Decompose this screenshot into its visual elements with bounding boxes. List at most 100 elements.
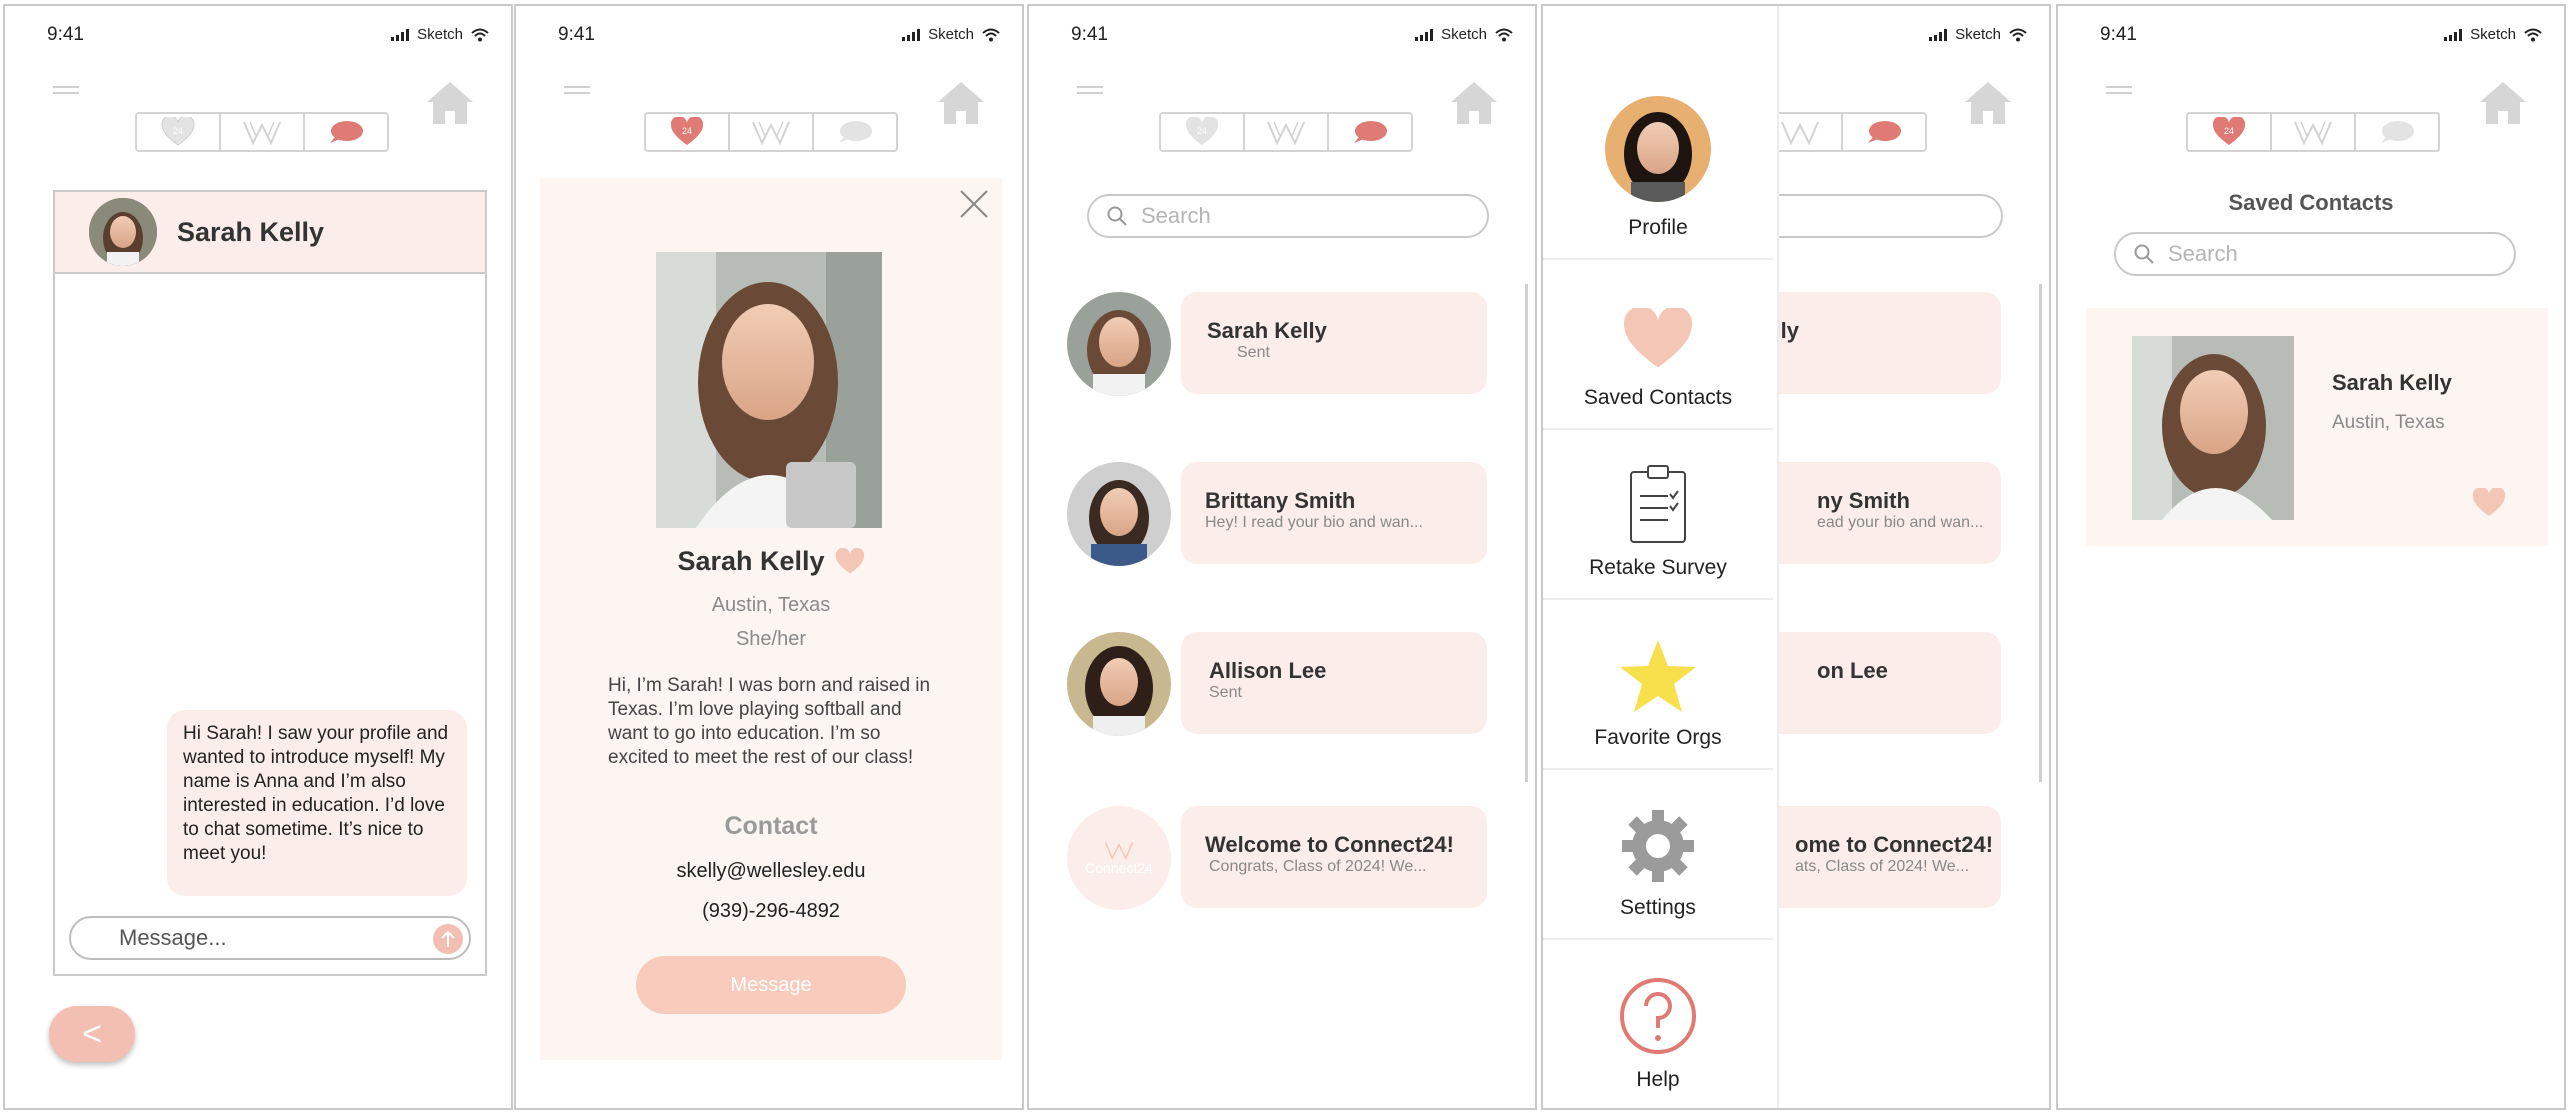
conversation-avatar [1067, 632, 1171, 736]
conversation-name: Welcome to Connect24! [1205, 832, 1454, 857]
wifi-icon [1495, 28, 1513, 41]
tab-saved[interactable]: 24 [137, 114, 221, 150]
tab-saved[interactable]: 24 [1161, 114, 1245, 150]
wellesley-w-icon [752, 121, 790, 145]
wellesley-w-icon [1781, 121, 1819, 145]
close-icon[interactable] [958, 188, 990, 220]
tab-orgs[interactable] [1245, 114, 1329, 150]
conversation-name: Sarah Kelly [1207, 318, 1327, 343]
profile-card: Sarah Kelly Austin, Texas She/her Hi, I’… [540, 178, 1002, 1060]
search-placeholder: Search [1141, 203, 1211, 228]
chat-bubble-icon [1354, 121, 1387, 143]
menu-item-label: Settings [1620, 896, 1696, 919]
home-icon[interactable] [2478, 80, 2528, 126]
messages-screen: 9:41 Sketch 24 Search Sarah Kelly Sent B… [1027, 4, 1537, 1110]
conversation-name: Brittany Smith [1205, 488, 1356, 513]
chat-bubble-icon [330, 121, 363, 143]
tab-messages[interactable] [1843, 114, 1925, 150]
tab-badge-text: 24 [1197, 126, 1207, 136]
profile-photo [656, 252, 882, 528]
home-icon[interactable] [1963, 80, 2013, 126]
signal-icon [2444, 28, 2463, 41]
scrollbar[interactable] [2039, 284, 2042, 782]
menu-item-label: Retake Survey [1589, 556, 1727, 579]
scrollbar[interactable] [1525, 284, 1528, 782]
conversation-name: Allison Lee [1209, 658, 1327, 683]
message-input[interactable]: Message... [69, 916, 471, 960]
conversation-item[interactable]: Sarah Kelly Sent [1181, 292, 1487, 394]
contact-name: Sarah Kelly [2332, 370, 2452, 395]
conversation-item[interactable]: Welcome to Connect24! Congrats, Class of… [1181, 806, 1487, 908]
conversation-item[interactable]: Brittany Smith Hey! I read your bio and … [1181, 462, 1487, 564]
contact-heading: Contact [724, 812, 818, 840]
menu-item-saved-contacts[interactable]: Saved Contacts [1543, 260, 1773, 430]
menu-icon[interactable] [1077, 86, 1103, 98]
heart-icon [1624, 308, 1692, 368]
message-button[interactable]: Message [636, 956, 906, 1014]
search-input[interactable]: Search [1087, 194, 1489, 238]
tab-badge-text: 24 [173, 126, 183, 136]
heart-icon[interactable] [835, 547, 865, 576]
status-bar: Sketch [1415, 26, 1513, 43]
heart-icon: 24 [670, 117, 704, 145]
tab-orgs[interactable] [221, 114, 305, 150]
chat-window: Sarah Kelly Hi Sarah! I saw your profile… [53, 190, 487, 976]
conversation-preview: Sent [1237, 344, 1270, 361]
wellesley-w-icon [2294, 121, 2332, 145]
chat-bubble-icon [1868, 121, 1901, 143]
menu-item-label: Profile [1628, 216, 1688, 239]
tab-saved[interactable]: 24 [646, 114, 730, 150]
carrier-label: Sketch [417, 26, 463, 43]
menu-icon[interactable] [564, 86, 590, 98]
tab-messages[interactable] [305, 114, 387, 150]
search-input[interactable]: Search [2114, 232, 2516, 276]
send-button[interactable] [433, 924, 463, 954]
heart-icon: 24 [161, 117, 195, 146]
signal-icon [391, 28, 410, 41]
tab-messages[interactable] [814, 114, 896, 150]
side-drawer: Profile Saved Contacts Retake Survey Fav… [1543, 6, 1779, 1108]
menu-item-favorite-orgs[interactable]: Favorite Orgs [1543, 600, 1773, 770]
menu-item-profile[interactable]: Profile [1543, 6, 1773, 260]
menu-item-retake-survey[interactable]: Retake Survey [1543, 430, 1773, 600]
profile-bio: Hi, I’m Sarah! I was born and raised in … [608, 675, 931, 768]
tab-messages[interactable] [2356, 114, 2438, 150]
tab-bar: 24 [1159, 112, 1413, 152]
wifi-icon [982, 28, 1000, 41]
saved-contact-card[interactable]: Sarah Kelly Austin, Texas [2086, 308, 2548, 546]
connect24-logo-text: Connect24 [1085, 860, 1153, 876]
back-button[interactable]: < [49, 1006, 135, 1062]
search-icon [2134, 244, 2154, 264]
heart-icon[interactable] [2472, 488, 2506, 518]
home-icon[interactable] [1449, 80, 1499, 126]
conversation-preview: Hey! I read your bio and wan... [1205, 514, 1423, 531]
menu-icon[interactable] [2106, 86, 2132, 98]
conversation-avatar [1067, 292, 1171, 396]
star-icon [1620, 640, 1696, 712]
home-icon[interactable] [425, 80, 475, 126]
wellesley-w-icon [1104, 842, 1134, 860]
carrier-label: Sketch [1955, 26, 2001, 43]
contact-email: skelly@wellesley.edu [676, 860, 866, 882]
saved-contacts-screen: 9:41 Sketch 24 Saved Contacts Search Sar… [2056, 4, 2566, 1110]
signal-icon [1929, 28, 1948, 41]
status-bar: Sketch [902, 26, 1000, 43]
menu-item-help[interactable]: Help [1543, 940, 1773, 1108]
menu-screen: Sketch n Kelly ny Smithead your bio and … [1541, 4, 2051, 1110]
heart-icon: 24 [1185, 117, 1219, 145]
home-icon[interactable] [936, 80, 986, 126]
tab-messages[interactable] [1329, 114, 1411, 150]
tab-badge-text: 24 [2224, 126, 2234, 136]
conversation-item[interactable]: Allison Lee Sent [1181, 632, 1487, 734]
tab-orgs[interactable] [2272, 114, 2356, 150]
profile-name: Sarah Kelly [677, 546, 825, 576]
menu-item-settings[interactable]: Settings [1543, 770, 1773, 940]
menu-icon[interactable] [53, 86, 79, 98]
tab-orgs[interactable] [730, 114, 814, 150]
tab-bar: 24 [135, 112, 389, 152]
chat-screen: 9:41 Sketch 24 Sarah Kelly Hi Sarah! I s… [3, 4, 513, 1110]
tab-saved[interactable]: 24 [2188, 114, 2272, 150]
conversation-preview: Congrats, Class of 2024! We... [1209, 858, 1427, 875]
heart-icon: 24 [2212, 117, 2246, 145]
status-time: 9:41 [47, 24, 84, 45]
